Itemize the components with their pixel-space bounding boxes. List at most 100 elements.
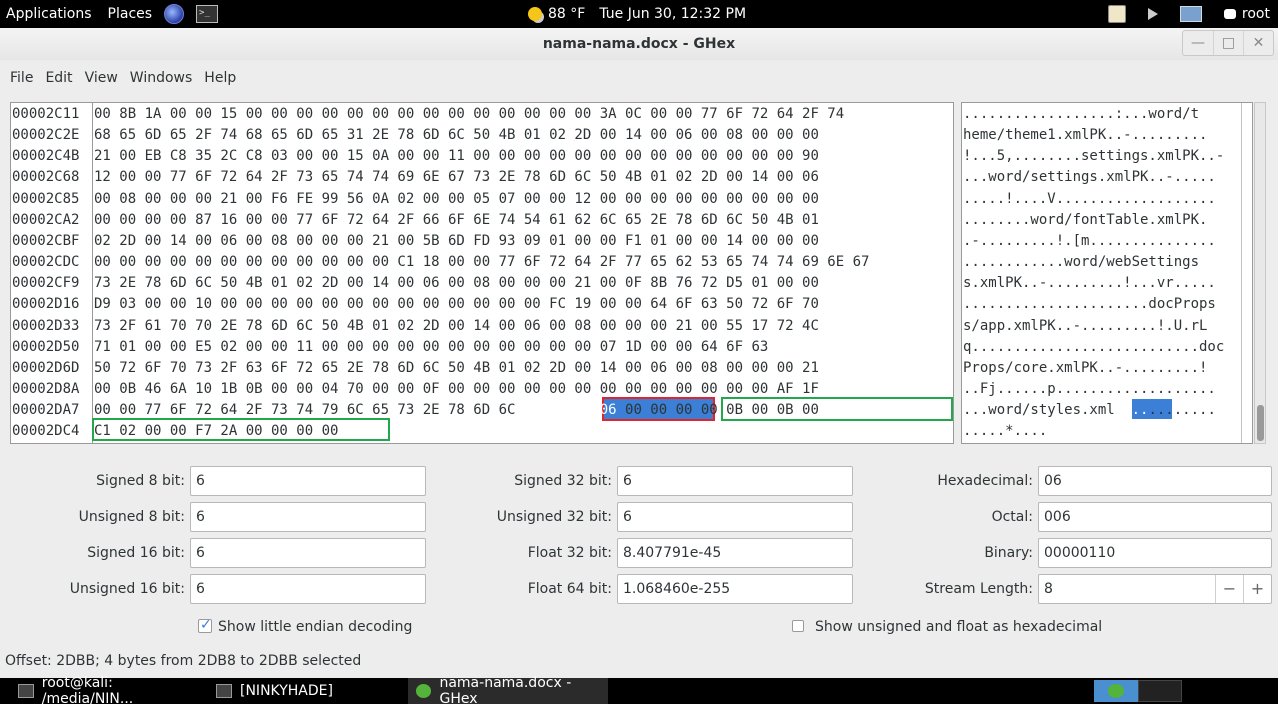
network-icon[interactable]	[1179, 6, 1202, 22]
stream-length-stepper: 8 − +	[1038, 574, 1272, 604]
menu-view[interactable]: View	[79, 70, 124, 86]
terminal-launcher[interactable]: >_	[190, 0, 224, 28]
hex-line[interactable]: C1 02 00 00 F7 2A 00 00 00 00	[94, 421, 338, 442]
unsigned-32-field[interactable]: 6	[617, 502, 853, 532]
ascii-line[interactable]: !...5,........settings.xmlPK..-	[963, 146, 1224, 167]
speaker-muted-icon[interactable]	[1147, 8, 1158, 20]
task-label: root@kali: /media/NIN...	[41, 675, 134, 704]
hex-line[interactable]: 73 2F 61 70 70 2E 78 6D 6C 50 4B 01 02 2…	[94, 316, 819, 337]
float-32-field[interactable]: 8.407791e-45	[617, 538, 853, 568]
workspace-1[interactable]	[1094, 680, 1138, 702]
hexadecimal-label: Hexadecimal:	[937, 473, 1033, 489]
unsigned-float-hex-checkbox[interactable]	[792, 620, 804, 632]
ascii-line[interactable]: .-.........!.[m...............	[963, 231, 1216, 252]
notes-icon[interactable]	[1107, 5, 1126, 23]
status-bar: Offset: 2DBB; 4 bytes from 2DB8 to 2DBB …	[5, 653, 362, 669]
ascii-line[interactable]: ..Fj......p...................	[963, 379, 1216, 400]
hex-line[interactable]: 50 72 6F 70 73 2F 63 6F 72 65 2E 78 6D 6…	[94, 358, 819, 379]
ascii-line[interactable]: .....*....	[963, 421, 1047, 442]
places-menu[interactable]: Places	[102, 0, 159, 28]
stream-increment-button[interactable]: +	[1243, 575, 1271, 603]
unsigned-8-label: Unsigned 8 bit:	[78, 509, 185, 525]
hex-line[interactable]: 71 01 00 00 E5 02 00 00 11 00 00 00 00 0…	[94, 337, 768, 358]
unsigned-16-field[interactable]: 6	[190, 574, 426, 604]
hex-line[interactable]: 00 8B 1A 00 00 15 00 00 00 00 00 00 00 0…	[94, 104, 844, 125]
stream-decrement-button[interactable]: −	[1215, 575, 1243, 603]
offset-column: 00002C11 00002C2E 00002C4B 00002C68 00002C85…	[11, 103, 93, 443]
offset-line: 00002CA2	[12, 211, 80, 228]
scrollbar-thumb[interactable]	[1257, 405, 1264, 441]
ascii-line[interactable]: ........word/fontTable.xmlPK.	[963, 210, 1207, 231]
little-endian-checkbox[interactable]: ✓	[198, 617, 212, 633]
unsigned-float-hex-label[interactable]: Show unsigned and float as hexadecimal	[815, 619, 1102, 635]
stream-length-value[interactable]: 8	[1039, 581, 1053, 597]
hex-line[interactable]: 00 0B 46 6A 10 1B 0B 00 00 04 70 00 00 0…	[94, 379, 819, 400]
hex-line[interactable]: 12 00 00 77 6F 72 64 2F 73 65 74 74 69 6…	[94, 167, 819, 188]
hex-view[interactable]: 00002C11 00002C2E 00002C4B 00002C68 00002C85…	[10, 102, 954, 444]
menu-help[interactable]: Help	[198, 70, 242, 86]
signed-8-field[interactable]: 6	[190, 466, 426, 496]
ascii-line[interactable]: ...word/settings.xmlPK..-.....	[963, 167, 1216, 188]
ascii-view[interactable]: ..................:...word/t heme/theme1.…	[961, 102, 1253, 444]
ascii-line[interactable]: heme/theme1.xmlPK..-.........	[963, 125, 1207, 146]
octal-field[interactable]: 006	[1038, 502, 1272, 532]
close-button[interactable]: ✕	[1243, 31, 1273, 55]
selected-bytes[interactable]: 50 4B 05 06	[524, 402, 617, 418]
ascii-line[interactable]: .....!....V...................	[963, 189, 1216, 210]
unsigned-8-field[interactable]: 6	[190, 502, 426, 532]
window-title: nama-nama.docx - GHex	[542, 36, 736, 52]
minimize-button[interactable]: —	[1183, 31, 1213, 55]
offset-line: 00002C68	[12, 169, 80, 186]
float-64-label: Float 64 bit:	[527, 581, 612, 597]
hex-line[interactable]: 68 65 6D 65 2F 74 68 65 6D 65 31 2E 78 6…	[94, 125, 819, 146]
ascii-line[interactable]: q...........................doc	[963, 337, 1224, 358]
checkmark-icon: ✓	[200, 617, 212, 633]
menu-file[interactable]: File	[4, 70, 39, 86]
ascii-line[interactable]: ...word/styles.xmlPK..........	[963, 400, 1216, 421]
clock-area[interactable]: 88 °F Tue Jun 30, 12:32 PM	[528, 0, 746, 28]
globe-launcher[interactable]	[158, 0, 190, 28]
ghex-icon	[416, 684, 432, 698]
hex-line[interactable]: 21 00 EB C8 35 2C C8 03 00 00 15 0A 00 0…	[94, 146, 819, 167]
window-titlebar[interactable]: nama-nama.docx - GHex	[0, 28, 1278, 60]
little-endian-label[interactable]: Show little endian decoding	[218, 619, 412, 635]
terminal-icon	[18, 684, 34, 698]
window-controls: — □ ✕	[1182, 30, 1274, 56]
hex-column[interactable]: 00 8B 1A 00 00 15 00 00 00 00 00 00 00 0…	[92, 103, 953, 443]
weather-icon	[528, 7, 542, 21]
selected-ascii[interactable]: PK..	[1115, 402, 1149, 418]
menu-windows[interactable]: Windows	[124, 70, 199, 86]
hex-line[interactable]: 02 2D 00 14 00 06 00 08 00 00 00 21 00 5…	[94, 231, 819, 252]
ascii-line[interactable]: s/app.xmlPK..-.........!.U.rL	[963, 316, 1207, 337]
offset-line: 00002D50	[12, 338, 80, 355]
hex-line[interactable]: 00 00 00 00 00 00 00 00 00 00 00 00 C1 1…	[94, 252, 869, 273]
ascii-line[interactable]: s.xmlPK..-.........!...vr.....	[963, 273, 1216, 294]
menu-edit[interactable]: Edit	[39, 70, 78, 86]
ascii-line[interactable]: Props/core.xmlPK..-.........!	[963, 358, 1207, 379]
task-terminal[interactable]: root@kali: /media/NIN...	[10, 675, 206, 704]
ascii-line[interactable]: ..................:...word/t	[963, 104, 1199, 125]
hexadecimal-field[interactable]: 06	[1038, 466, 1272, 496]
ghex-icon	[1108, 684, 1124, 698]
applications-menu[interactable]: Applications	[0, 0, 102, 28]
task-ninkyhade[interactable]: [NINKYHADE]	[208, 678, 404, 704]
signed-32-field[interactable]: 6	[617, 466, 853, 496]
vertical-scrollbar[interactable]	[1254, 102, 1266, 444]
hex-line[interactable]: D9 03 00 00 10 00 00 00 00 00 00 00 00 0…	[94, 294, 819, 315]
user-menu[interactable]: root	[1223, 6, 1270, 22]
offset-line: 00002D16	[12, 296, 80, 313]
ascii-column[interactable]: ..................:...word/t heme/theme1.…	[962, 103, 1242, 443]
task-ghex[interactable]: nama-nama.docx - GHex	[408, 675, 608, 704]
hex-line[interactable]: 00 00 77 6F 72 64 2F 73 74 79 6C 65 73 2…	[94, 400, 819, 421]
hex-line[interactable]: 73 2E 78 6D 6C 50 4B 01 02 2D 00 14 00 0…	[94, 273, 819, 294]
binary-field[interactable]: 00000110	[1038, 538, 1272, 568]
signed-16-field[interactable]: 6	[190, 538, 426, 568]
maximize-button[interactable]: □	[1213, 31, 1243, 55]
workspace-2[interactable]	[1138, 680, 1182, 702]
ascii-line[interactable]: ......................docProps	[963, 294, 1216, 315]
offset-line: 00002C11	[12, 106, 80, 122]
hex-line[interactable]: 00 00 00 00 87 16 00 00 77 6F 72 64 2F 6…	[94, 210, 819, 231]
hex-line[interactable]: 00 08 00 00 00 21 00 F6 FE 99 56 0A 02 0…	[94, 189, 819, 210]
float-64-field[interactable]: 1.068460e-255	[617, 574, 853, 604]
ascii-line[interactable]: ............word/webSettings	[963, 252, 1199, 273]
